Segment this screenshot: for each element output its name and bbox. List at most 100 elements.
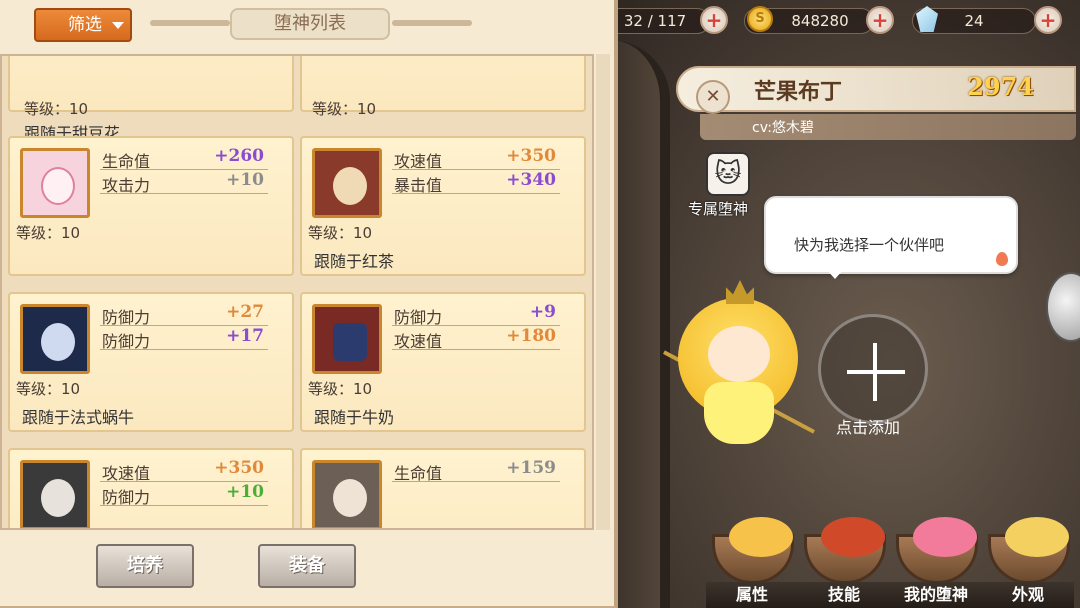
- stat-value: +159: [506, 458, 556, 478]
- stat-name: 攻速值: [102, 464, 151, 483]
- stamina-value: 32 / 117: [623, 12, 687, 30]
- card-follow: 跟随于法式蜗牛: [22, 408, 135, 427]
- card-level: 等级：10: [312, 100, 377, 118]
- cv-label: cv:悠木碧: [752, 120, 814, 136]
- bowl-icon: [988, 517, 1070, 584]
- demon-card[interactable]: 等级：10: [300, 56, 586, 118]
- demon-portrait: [20, 304, 90, 374]
- tab-appearance[interactable]: 外观: [982, 512, 1074, 608]
- stat-value: +260: [214, 146, 264, 166]
- crab-icon: [821, 517, 885, 557]
- coin-icon: S: [747, 6, 773, 32]
- demon-portrait: [312, 460, 382, 528]
- gold-value: 848280: [791, 12, 849, 30]
- character-name-bar: 芒果布丁 2974: [676, 66, 1076, 112]
- stat-value: +180: [506, 326, 556, 346]
- cv-bar: cv:悠木碧: [700, 114, 1076, 140]
- stat-value: +27: [226, 302, 264, 322]
- card-level: 等级：10: [16, 380, 81, 398]
- chick-icon: [729, 517, 793, 557]
- tab-label: 我的堕神: [890, 582, 982, 608]
- stat-value: +17: [226, 326, 264, 346]
- tab-label: 外观: [982, 582, 1074, 608]
- add-label: 点击添加: [836, 418, 901, 437]
- demon-portrait: [20, 148, 90, 218]
- tab-label: 属性: [706, 582, 798, 608]
- dress: [704, 382, 774, 444]
- flame-icon: [996, 252, 1008, 266]
- bowl-icon: [896, 517, 978, 584]
- stat-row: 攻速值 +350: [100, 458, 268, 483]
- stat-name: 防御力: [102, 332, 151, 351]
- stat-row: 攻速值 +350: [392, 146, 560, 171]
- plus-icon: +: [1039, 8, 1057, 32]
- cultivate-button[interactable]: 培养: [96, 544, 194, 588]
- character-name: 芒果布丁: [754, 79, 843, 105]
- card-follow: 跟随于牛奶: [314, 408, 395, 427]
- gem-value: 24: [964, 12, 984, 30]
- speech-text: 快为我选择一个伙伴吧: [794, 236, 945, 254]
- demon-card[interactable]: 等级：10 跟随于甜豆花: [8, 56, 294, 143]
- filter-label: 筛选: [68, 15, 102, 35]
- stat-name: 攻速值: [394, 332, 443, 351]
- bowl-icon: [712, 517, 794, 584]
- header-ornament: [150, 20, 230, 26]
- gold-plus-button[interactable]: +: [866, 6, 894, 34]
- character-sprite: [663, 278, 815, 454]
- panel-title: 堕神列表: [230, 8, 390, 40]
- cat-icon[interactable]: 🐱: [706, 152, 750, 196]
- demon-card[interactable]: 生命值 +159: [300, 448, 586, 528]
- stat-name: 防御力: [102, 488, 151, 507]
- card-level: 等级：10: [16, 224, 81, 242]
- stat-value: +340: [506, 170, 556, 190]
- demon-card[interactable]: 生命值 +260 攻击力 +10 等级：10: [8, 136, 294, 276]
- tab-skills[interactable]: 技能: [798, 512, 890, 608]
- tab-label: 技能: [798, 582, 890, 608]
- demon-list[interactable]: 等级：10 跟随于甜豆花 等级：10 生命值 +260 攻击力 +10 等级：10 …: [0, 54, 594, 530]
- demon-portrait: [20, 460, 90, 528]
- equip-button[interactable]: 装备: [258, 544, 356, 588]
- stat-name: 暴击值: [394, 176, 443, 195]
- tab-my-demons[interactable]: 我的堕神: [890, 512, 982, 608]
- exclusive-demon-label: 专属堕神: [688, 200, 749, 218]
- stat-row: 防御力 +9: [392, 302, 560, 327]
- filter-button[interactable]: 筛选: [34, 8, 132, 42]
- tab-attributes[interactable]: 属性: [706, 512, 798, 608]
- bottom-tabs: 属性 技能 我的堕神 外观: [696, 512, 1080, 608]
- stat-value: +350: [506, 146, 556, 166]
- stat-row: 生命值 +260: [100, 146, 268, 171]
- demon-card[interactable]: 攻速值 +350 防御力 +10: [8, 448, 294, 528]
- stat-value: +10: [226, 170, 264, 190]
- crown: [726, 280, 754, 304]
- mochi-icon: [913, 517, 977, 557]
- stat-row: 防御力 +27: [100, 302, 268, 327]
- face: [708, 326, 770, 382]
- speech-bubble: 快为我选择一个伙伴吧: [764, 196, 1018, 279]
- stat-row: 攻速值 +180: [392, 326, 560, 351]
- demon-card[interactable]: 防御力 +27 防御力 +17 等级：10 跟随于法式蜗牛: [8, 292, 294, 432]
- add-companion-button[interactable]: [818, 314, 928, 424]
- header-ornament: [392, 20, 472, 26]
- stat-name: 攻击力: [102, 176, 151, 195]
- card-level: 等级：10: [24, 100, 89, 118]
- list-scrollbar[interactable]: [596, 54, 610, 530]
- stat-value: +9: [529, 302, 556, 322]
- gem-plus-button[interactable]: +: [1034, 6, 1062, 34]
- demon-portrait: [312, 304, 382, 374]
- stat-row: 生命值 +159: [392, 458, 560, 483]
- cultivate-label: 培养: [127, 555, 163, 576]
- demon-card[interactable]: 防御力 +9 攻速值 +180 等级：10 跟随于牛奶: [300, 292, 586, 432]
- plus-icon: +: [871, 8, 889, 32]
- stat-row: 防御力 +17: [100, 326, 268, 351]
- class-icon: ✕: [696, 80, 730, 114]
- card-level: 等级：10: [308, 224, 373, 242]
- bowl-icon: [804, 517, 886, 584]
- stat-name: 生命值: [102, 152, 151, 171]
- stamina-plus-button[interactable]: +: [700, 6, 728, 34]
- chick-icon: [1005, 517, 1069, 557]
- stat-value: +350: [214, 458, 264, 478]
- demon-portrait: [312, 148, 382, 218]
- demon-card[interactable]: 攻速值 +350 暴击值 +340 等级：10 跟随于红茶: [300, 136, 586, 276]
- stat-row: 攻击力 +10: [100, 170, 268, 195]
- stat-name: 生命值: [394, 464, 443, 483]
